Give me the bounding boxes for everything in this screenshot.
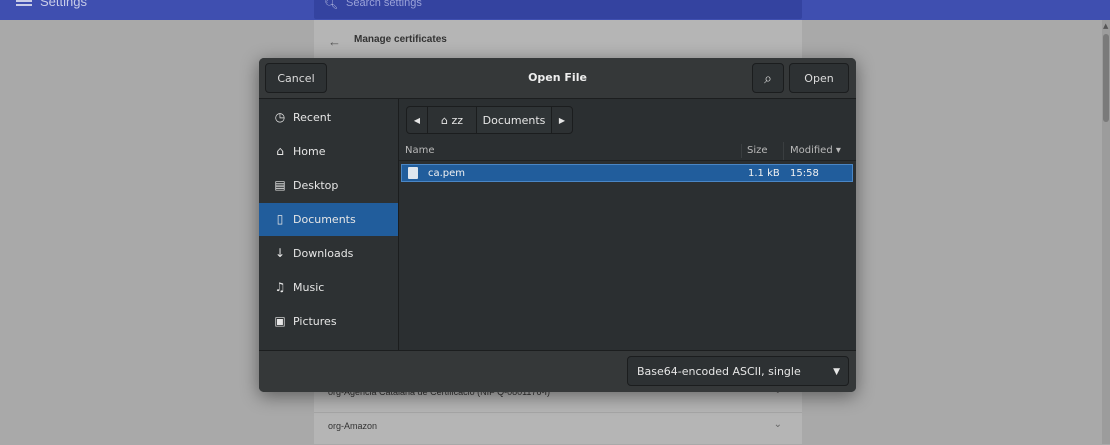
music-icon: ♫ bbox=[274, 280, 286, 294]
filter-label: Base64-encoded ASCII, single certificate bbox=[637, 365, 801, 378]
cert-org-label: org-Amazon bbox=[328, 421, 378, 431]
sidebar-item-label: Documents bbox=[293, 213, 356, 226]
document-icon: ▯ bbox=[276, 212, 284, 226]
chevron-down-icon[interactable]: ⌄ bbox=[774, 419, 782, 430]
sidebar-item-label: Music bbox=[293, 281, 325, 294]
page-title: Manage certificates bbox=[354, 34, 447, 45]
sidebar-item-home[interactable]: ⌂ Home bbox=[259, 135, 398, 168]
camera-icon: ▣ bbox=[274, 314, 286, 328]
dialog-footer: Base64-encoded ASCII, single certificate… bbox=[259, 350, 856, 392]
settings-top-bar: Settings 🔍︎ Search settings bbox=[0, 0, 1110, 20]
chevron-left-icon: ◀ bbox=[413, 116, 421, 125]
sidebar-item-label: Home bbox=[293, 145, 326, 158]
sidebar-item-music[interactable]: ♫ Music bbox=[259, 271, 398, 304]
sidebar-item-label: Pictures bbox=[293, 315, 337, 328]
search-icon: ⌕ bbox=[764, 71, 772, 87]
sidebar-item-label: Recent bbox=[293, 111, 332, 124]
search-settings-field[interactable]: 🔍︎ Search settings bbox=[314, 0, 802, 19]
back-arrow-icon[interactable]: ← bbox=[328, 34, 341, 49]
search-placeholder: Search settings bbox=[346, 0, 422, 9]
open-button[interactable]: Open bbox=[789, 63, 849, 93]
file-name: ca.pem bbox=[428, 168, 466, 179]
file-list-header: Name Size Modified ▾ bbox=[399, 142, 856, 161]
menu-icon[interactable] bbox=[16, 0, 32, 8]
file-modified: 15:58 bbox=[790, 168, 819, 179]
dialog-header: Cancel ⌕ Open bbox=[259, 58, 856, 99]
page-scrollbar[interactable]: ▲ bbox=[1102, 20, 1110, 444]
sidebar-item-pictures[interactable]: ▣ Pictures bbox=[259, 305, 398, 338]
clock-icon: ◷ bbox=[274, 110, 286, 124]
chevron-down-icon: ▼ bbox=[833, 367, 840, 377]
sidebar-item-label: Desktop bbox=[293, 179, 339, 192]
search-button[interactable]: ⌕ bbox=[752, 63, 784, 93]
page-header: ← Manage certificates bbox=[314, 30, 802, 60]
scrollbar-thumb[interactable] bbox=[1103, 34, 1109, 122]
sidebar-item-desktop[interactable]: ▤ Desktop bbox=[259, 169, 398, 202]
sidebar-item-downloads[interactable]: ↓ Downloads bbox=[259, 237, 398, 270]
column-modified-header[interactable]: Modified ▾ bbox=[783, 142, 841, 160]
sidebar-item-documents[interactable]: ▯ Documents bbox=[259, 203, 398, 236]
file-row[interactable]: ca.pem 1.1 kB 15:58 bbox=[401, 164, 853, 182]
cancel-button[interactable]: Cancel bbox=[265, 63, 327, 93]
file-list: Name Size Modified ▾ ca.pem 1.1 kB 15:58 bbox=[399, 142, 856, 350]
path-forward-button[interactable]: ▶ bbox=[551, 106, 573, 134]
path-home-label: zz bbox=[451, 114, 464, 127]
sort-descending-icon: ▾ bbox=[835, 145, 841, 156]
file-type-filter-dropdown[interactable]: Base64-encoded ASCII, single certificate… bbox=[627, 356, 849, 386]
file-size: 1.1 kB bbox=[748, 168, 780, 179]
chevron-right-icon: ▶ bbox=[558, 116, 566, 125]
places-sidebar: ◷ Recent ⌂ Home ▤ Desktop ▯ Documents ↓ … bbox=[259, 99, 399, 350]
desktop-folder-icon: ▤ bbox=[274, 178, 286, 192]
file-icon bbox=[408, 167, 418, 179]
home-icon: ⌂ bbox=[440, 114, 448, 127]
app-title: Settings bbox=[40, 0, 87, 9]
column-name-header[interactable]: Name bbox=[405, 142, 435, 160]
path-back-button[interactable]: ◀ bbox=[406, 106, 428, 134]
search-icon: 🔍︎ bbox=[324, 0, 338, 10]
sidebar-item-recent[interactable]: ◷ Recent bbox=[259, 101, 398, 134]
column-modified-label: Modified bbox=[790, 145, 833, 156]
scroll-up-arrow-icon[interactable]: ▲ bbox=[1103, 22, 1108, 30]
column-divider bbox=[741, 144, 742, 158]
cert-org-row[interactable]: org-Amazon ⌄ bbox=[314, 412, 802, 445]
column-size-header[interactable]: Size bbox=[747, 142, 768, 160]
home-icon: ⌂ bbox=[276, 144, 284, 158]
path-home-button[interactable]: ⌂ zz bbox=[427, 106, 477, 134]
sidebar-item-label: Downloads bbox=[293, 247, 354, 260]
path-documents-button[interactable]: Documents bbox=[476, 106, 552, 134]
open-file-dialog: Cancel ⌕ Open Open File ◷ Recent ⌂ Home … bbox=[259, 58, 856, 392]
download-icon: ↓ bbox=[274, 246, 286, 260]
